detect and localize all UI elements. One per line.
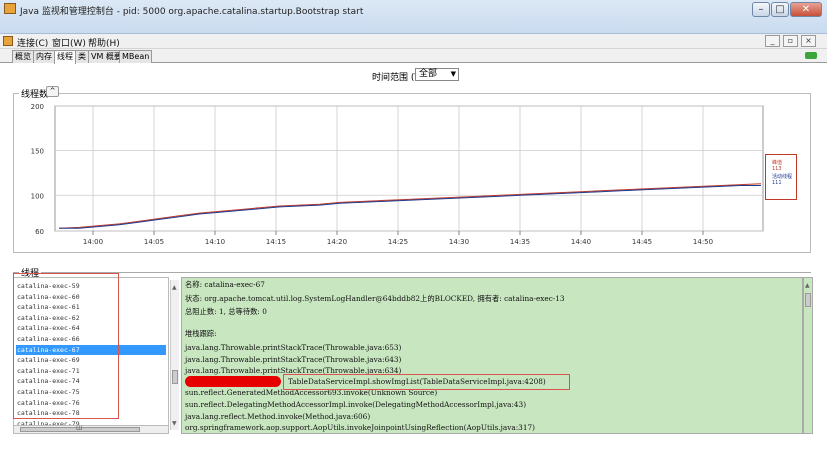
x-tick-label: 14:00 xyxy=(83,238,103,246)
vscroll-thumb[interactable] xyxy=(805,293,811,307)
thread-list-vscrollbar[interactable]: ▲ ▼ xyxy=(170,280,179,430)
vscroll-thumb[interactable] xyxy=(172,370,178,384)
hscroll-thumb[interactable]: Ш xyxy=(20,425,140,432)
stack-frame: java.lang.Throwable.printStackTrace(Thro… xyxy=(185,355,402,364)
chart-legend: 峰值 113 活动线程 111 xyxy=(765,154,797,200)
x-tick-label: 14:20 xyxy=(327,238,347,246)
x-tick-label: 14:30 xyxy=(449,238,469,246)
x-tick-label: 14:15 xyxy=(266,238,286,246)
y-tick-label: 60 xyxy=(35,228,44,236)
y-tick-label: 200 xyxy=(31,103,44,111)
detail-state: 状态: org.apache.tomcat.util.log.SystemLog… xyxy=(185,294,565,303)
x-tick-label: 14:50 xyxy=(693,238,713,246)
y-tick-label: 100 xyxy=(31,192,44,200)
scroll-up-icon[interactable]: ▲ xyxy=(805,282,810,289)
x-tick-label: 14:25 xyxy=(388,238,408,246)
x-tick-label: 14:40 xyxy=(571,238,591,246)
scroll-down-icon[interactable]: ▼ xyxy=(172,420,177,427)
detail-vscrollbar[interactable]: ▲ xyxy=(803,277,813,434)
legend-live-label: 活动线程 xyxy=(772,174,793,180)
highlight-box-thread-list xyxy=(13,273,119,419)
x-tick-label: 14:05 xyxy=(144,238,164,246)
scroll-up-icon[interactable]: ▲ xyxy=(172,284,177,291)
stack-frame: sun.reflect.DelegatingMethodAccessorImpl… xyxy=(185,400,527,409)
redaction-mark xyxy=(185,376,281,387)
stack-frame: java.lang.Throwable.printStackTrace(Thro… xyxy=(185,343,402,352)
detail-name: 名称: catalina-exec-67 xyxy=(185,280,265,289)
highlight-box-stack-frame xyxy=(283,374,570,390)
stack-frame: org.springframework.aop.support.AopUtils… xyxy=(185,423,535,432)
detail-totals: 总阻止数: 1, 总等待数: 0 xyxy=(185,307,267,316)
x-tick-label: 14:10 xyxy=(205,238,225,246)
plot-area xyxy=(54,105,764,232)
legend-peak-label: 峰值 xyxy=(772,160,783,166)
stack-frame: java.lang.reflect.Method.invoke(Method.j… xyxy=(185,412,371,421)
hscroll-grip: Ш xyxy=(76,425,83,432)
legend-live-value: 111 xyxy=(772,180,782,186)
thread-count-chart: 60 100 150 200 14:00 14:05 14:10 14:15 14:20 14:2… xyxy=(31,103,764,246)
legend-peak-value: 113 xyxy=(772,166,782,172)
bottom-margin xyxy=(0,436,827,451)
y-tick-label: 150 xyxy=(31,148,44,156)
tab-threads[interactable]: 线程 xyxy=(54,50,76,64)
detail-stack-header: 堆栈跟踪: xyxy=(185,329,217,338)
x-tick-label: 14:45 xyxy=(632,238,652,246)
thread-detail-panel: 名称: catalina-exec-67 状态: org.apache.tomc… xyxy=(181,277,803,434)
x-tick-label: 14:35 xyxy=(510,238,530,246)
threads-separator xyxy=(13,272,811,273)
